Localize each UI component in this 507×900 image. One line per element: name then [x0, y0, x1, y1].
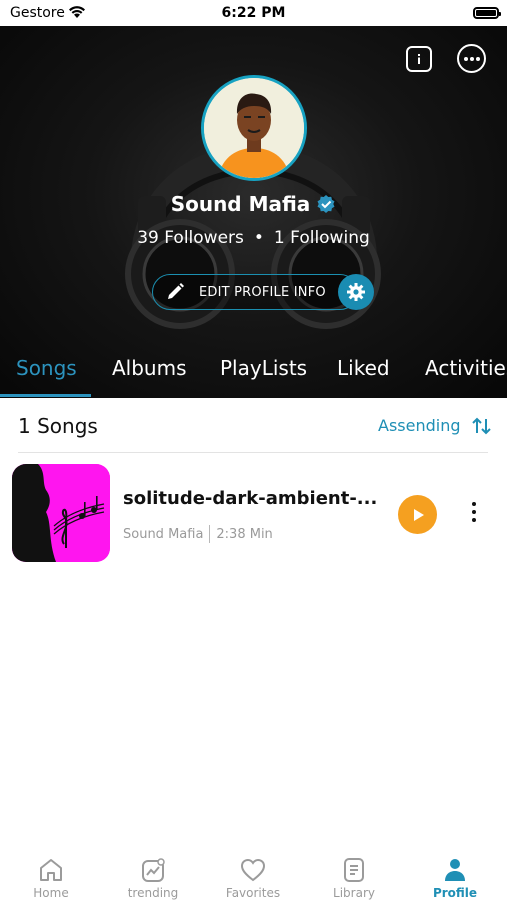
tab-songs[interactable]: Songs — [16, 356, 77, 380]
trending-icon — [142, 858, 165, 882]
tab-liked[interactable]: Liked — [337, 356, 390, 380]
sort-label: Assending — [378, 416, 461, 435]
following-count[interactable]: 1 Following — [274, 228, 370, 248]
music-notes-cover-image — [12, 464, 110, 562]
verified-badge-icon — [317, 195, 335, 213]
song-artist: Sound Mafia — [123, 526, 204, 542]
profile-header: Sound Mafia 39 Followers • 1 Following EDI… — [0, 26, 507, 398]
song-options-button[interactable] — [467, 502, 481, 526]
meta-separator — [209, 525, 211, 543]
avatar[interactable] — [201, 75, 307, 181]
edit-profile-button[interactable]: EDIT PROFILE INFO — [152, 274, 358, 310]
dot — [472, 502, 476, 506]
clock: 6:22 PM — [221, 5, 286, 21]
nav-trending[interactable]: trending — [108, 856, 198, 900]
tab-activities[interactable]: Activities — [425, 356, 507, 380]
song-list-header: 1 Songs Assending — [0, 398, 507, 452]
profile-tabs: Songs Albums PlayLists Liked Activities — [0, 352, 507, 398]
pencil-icon — [168, 283, 184, 299]
song-meta: Sound Mafia 2:38 Min — [123, 525, 273, 543]
profile-name: Sound Mafia — [170, 192, 311, 216]
dot — [472, 510, 476, 514]
nav-home[interactable]: Home — [6, 856, 96, 900]
profile-icon — [445, 859, 465, 881]
profile-name-row: Sound Mafia — [0, 192, 507, 216]
tab-albums[interactable]: Albums — [112, 356, 187, 380]
battery-icon — [473, 7, 501, 19]
nav-favorites-label: Favorites — [225, 886, 281, 900]
status-bar: Gestore 6:22 PM — [0, 0, 507, 26]
ellipsis-icon — [463, 56, 480, 61]
info-button[interactable] — [406, 46, 432, 72]
heart-icon — [240, 858, 266, 882]
play-icon — [413, 508, 424, 521]
nav-profile-label: Profile — [432, 886, 478, 900]
nav-library[interactable]: Library — [309, 856, 399, 900]
stats-separator: • — [253, 228, 264, 248]
user-avatar-illustration — [204, 78, 304, 178]
bottom-navigation: Home trending Favorites Library Profile — [0, 848, 507, 900]
edit-profile-label: EDIT PROFILE INFO — [199, 284, 326, 300]
gear-icon — [347, 283, 365, 301]
song-cover-art — [12, 464, 110, 562]
song-row[interactable]: solitude-dark-ambient-... Sound Mafia 2:… — [12, 464, 497, 564]
nav-library-label: Library — [333, 886, 375, 900]
info-icon — [418, 54, 420, 64]
nav-trending-label: trending — [127, 886, 179, 900]
follow-stats: 39 Followers • 1 Following — [0, 228, 507, 248]
nav-home-label: Home — [33, 886, 69, 900]
list-divider — [18, 452, 488, 453]
home-icon — [40, 859, 62, 881]
song-count: 1 Songs — [18, 414, 98, 438]
dot — [472, 518, 476, 522]
settings-button[interactable] — [338, 274, 374, 310]
active-tab-indicator — [0, 394, 91, 397]
song-duration: 2:38 Min — [216, 526, 273, 542]
sort-toggle[interactable]: Assending — [378, 416, 493, 435]
library-icon — [344, 858, 364, 882]
followers-count[interactable]: 39 Followers — [137, 228, 244, 248]
song-title: solitude-dark-ambient-... — [123, 488, 378, 509]
nav-favorites[interactable]: Favorites — [208, 856, 298, 900]
play-button[interactable] — [398, 495, 437, 534]
sort-arrows-icon — [471, 417, 491, 434]
more-options-button[interactable] — [457, 44, 486, 73]
tab-playlists[interactable]: PlayLists — [220, 356, 307, 380]
nav-profile[interactable]: Profile — [410, 856, 500, 900]
